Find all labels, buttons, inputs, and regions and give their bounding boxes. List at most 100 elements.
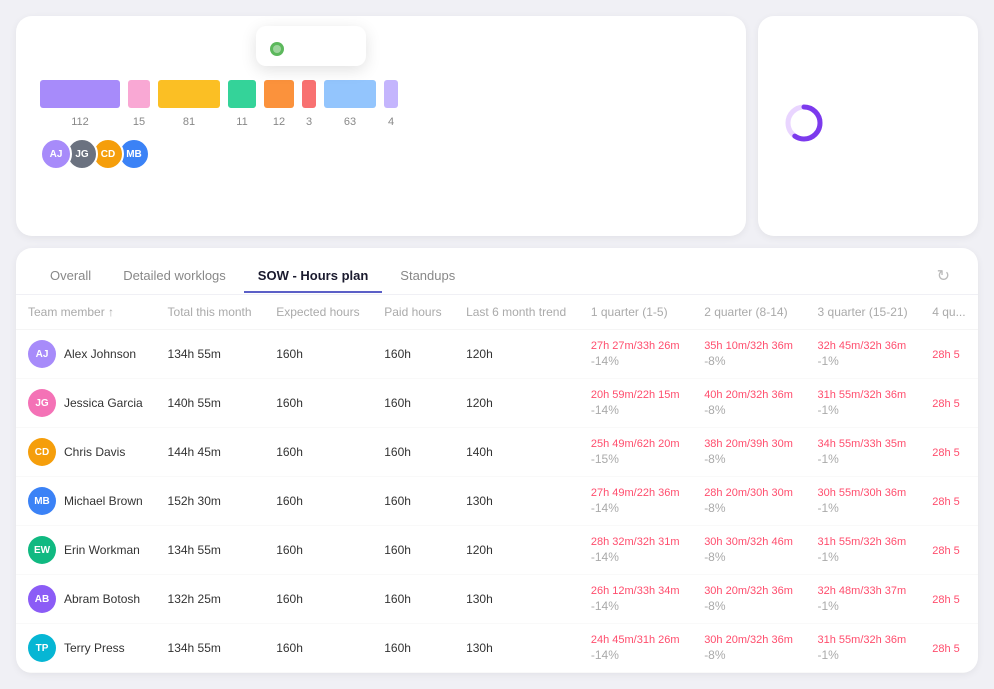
bar-value-label: 12 — [264, 116, 294, 128]
chart-bar — [40, 80, 120, 108]
q1-pct: -14% — [591, 599, 680, 613]
expected-cell: 160h — [264, 428, 372, 477]
table-body: AJ Alex Johnson 134h 55m160h160h120h 27h… — [16, 330, 978, 673]
expected-cell: 160h — [264, 526, 372, 575]
refresh-icon[interactable]: ↻ — [929, 258, 958, 294]
chart-bar — [228, 80, 256, 108]
q3-hours: 30h 55m/30h 36m — [818, 487, 909, 499]
trend-cell: 130h — [454, 575, 579, 624]
total-cell: 144h 45m — [156, 428, 265, 477]
chart-bar — [324, 80, 376, 108]
total-cell: 140h 55m — [156, 379, 265, 428]
avatar: CD — [28, 438, 56, 466]
q1-cell: 27h 27m/33h 26m -14% — [579, 330, 692, 379]
q2-hours: 35h 10m/32h 36m — [704, 340, 793, 352]
expected-cell: 160h — [264, 330, 372, 379]
bar-value-label: 63 — [324, 116, 376, 128]
q1-cell: 20h 59m/22h 15m -14% — [579, 379, 692, 428]
column-header: Expected hours — [264, 295, 372, 330]
tab-overall[interactable]: Overall — [36, 260, 105, 293]
q2-pct: -8% — [704, 550, 793, 564]
column-header: 4 qu... — [920, 295, 978, 330]
bar-group — [324, 80, 376, 108]
trend-cell: 120h — [454, 379, 579, 428]
q3-hours: 34h 55m/33h 35m — [818, 438, 909, 450]
q2-hours: 30h 30m/32h 46m — [704, 536, 793, 548]
q4-hours: 28h 5 — [932, 398, 960, 410]
paid-cell: 160h — [372, 575, 454, 624]
bar-group — [264, 80, 294, 108]
paid-cell: 160h — [372, 330, 454, 379]
member-name: Alex Johnson — [64, 347, 136, 361]
q1-hours: 24h 45m/31h 26m — [591, 634, 680, 646]
table-row: JG Jessica Garcia 140h 55m160h160h120h 2… — [16, 379, 978, 428]
q3-hours: 31h 55m/32h 36m — [818, 389, 909, 401]
q2-hours: 30h 20m/32h 36m — [704, 585, 793, 597]
q1-hours: 26h 12m/33h 34m — [591, 585, 680, 597]
column-header: Paid hours — [372, 295, 454, 330]
tab-detailed-worklogs[interactable]: Detailed worklogs — [109, 260, 240, 293]
tab-sow---hours-plan[interactable]: SOW - Hours plan — [244, 260, 383, 293]
member-name: Erin Workman — [64, 543, 140, 557]
team-member-cell: JG Jessica Garcia — [16, 379, 156, 428]
expand-icon[interactable] — [722, 12, 746, 36]
info-icon[interactable] — [690, 12, 714, 36]
table-header-row: Team member ↑Total this monthExpected ho… — [16, 295, 978, 330]
tooltip-dot-icon — [270, 42, 284, 56]
q3-hours: 32h 45m/32h 36m — [818, 340, 909, 352]
q2-cell: 30h 20m/32h 36m -8% — [692, 624, 805, 673]
team-member-cell: MB Michael Brown — [16, 477, 156, 526]
paid-cell: 160h — [372, 624, 454, 673]
column-header: Last 6 month trend — [454, 295, 579, 330]
q3-pct: -1% — [818, 550, 909, 564]
q1-hours: 28h 32m/32h 31m — [591, 536, 680, 548]
q1-cell: 26h 12m/33h 34m -14% — [579, 575, 692, 624]
q3-cell: 31h 55m/32h 36m -1% — [806, 624, 921, 673]
q1-pct: -14% — [591, 403, 680, 417]
avatar: AJ — [40, 138, 72, 170]
member-name: Jessica Garcia — [64, 396, 143, 410]
q3-hours: 32h 48m/33h 37m — [818, 585, 909, 597]
avatar: EW — [28, 536, 56, 564]
member-name: Terry Press — [64, 641, 125, 655]
total-cell: 152h 30m — [156, 477, 265, 526]
q1-cell: 24h 45m/31h 26m -14% — [579, 624, 692, 673]
table-row: EW Erin Workman 134h 55m160h160h120h 28h… — [16, 526, 978, 575]
total-cell: 132h 25m — [156, 575, 265, 624]
table-row: CD Chris Davis 144h 45m160h160h140h 25h … — [16, 428, 978, 477]
bar-group — [384, 80, 398, 108]
chart-bars — [40, 48, 722, 108]
q1-cell: 28h 32m/32h 31m -14% — [579, 526, 692, 575]
q4-cell: 28h 5 — [920, 526, 978, 575]
total-cell: 134h 55m — [156, 330, 265, 379]
q1-hours: 27h 27m/33h 26m — [591, 340, 680, 352]
q4-cell: 28h 5 — [920, 330, 978, 379]
team-member-cell: AJ Alex Johnson — [16, 330, 156, 379]
avatar: AB — [28, 585, 56, 613]
chart-bar — [158, 80, 220, 108]
bar-group — [228, 80, 256, 108]
bar-value-label: 4 — [384, 116, 398, 128]
q2-pct: -8% — [704, 354, 793, 368]
member-name: Michael Brown — [64, 494, 143, 508]
q3-pct: -1% — [818, 354, 909, 368]
table-row: TP Terry Press 134h 55m160h160h130h 24h … — [16, 624, 978, 673]
chart-icons — [690, 12, 746, 36]
q4-hours: 28h 5 — [932, 545, 960, 557]
q2-cell: 30h 30m/32h 46m -8% — [692, 526, 805, 575]
trend-cell: 130h — [454, 477, 579, 526]
bar-value-label: 3 — [302, 116, 316, 128]
q4-hours: 28h 5 — [932, 643, 960, 655]
q2-pct: -8% — [704, 452, 793, 466]
bar-group — [40, 80, 120, 108]
chart-bar — [302, 80, 316, 108]
worklogs-table: Team member ↑Total this monthExpected ho… — [16, 295, 978, 673]
q2-cell: 35h 10m/32h 36m -8% — [692, 330, 805, 379]
team-member-cell: EW Erin Workman — [16, 526, 156, 575]
worklogs-estimated — [782, 149, 954, 163]
q3-cell: 32h 48m/33h 37m -1% — [806, 575, 921, 624]
total-cell: 134h 55m — [156, 624, 265, 673]
expected-cell: 160h — [264, 575, 372, 624]
tab-standups[interactable]: Standups — [386, 260, 469, 293]
q4-cell: 28h 5 — [920, 428, 978, 477]
